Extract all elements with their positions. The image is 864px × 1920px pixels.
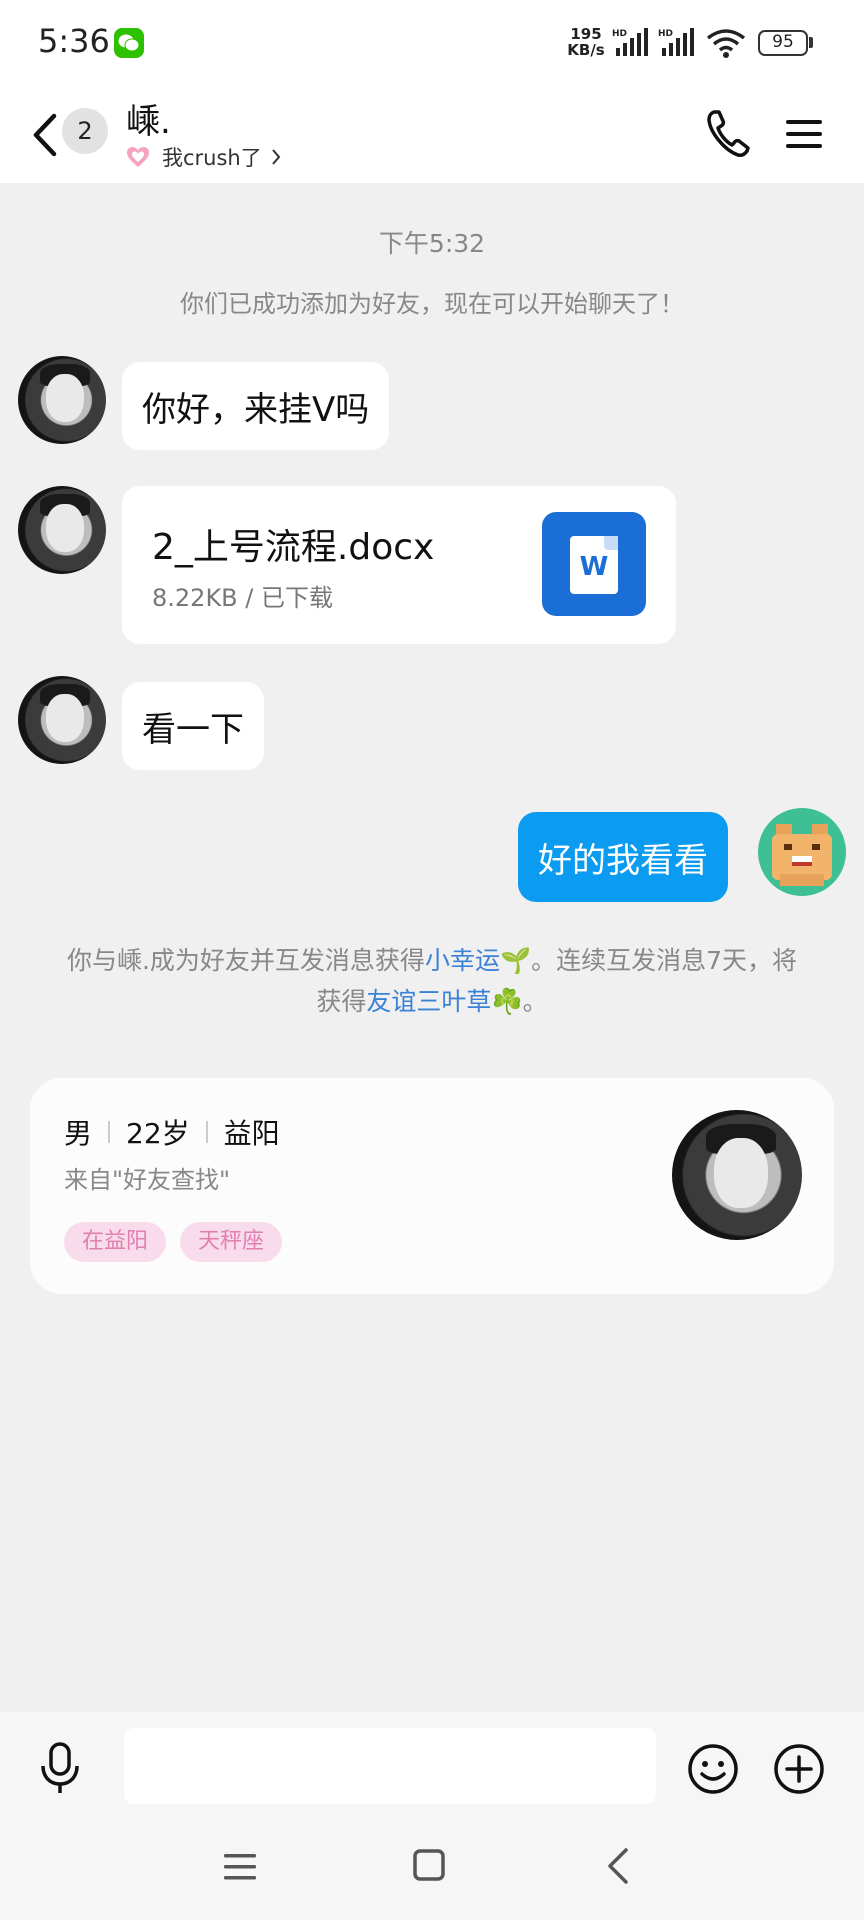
friend-avatar[interactable] bbox=[18, 676, 106, 764]
back-arrow-icon[interactable] bbox=[24, 108, 64, 162]
self-message-bubble[interactable]: 好的我看看 bbox=[518, 812, 728, 902]
tag-location: 在益阳 bbox=[64, 1222, 167, 1262]
little-luck-link[interactable]: 小幸运 bbox=[425, 946, 500, 975]
cartoon-bear-icon bbox=[772, 824, 832, 886]
status-time: 5:36 bbox=[38, 22, 110, 60]
contact-name[interactable]: 嵊. bbox=[126, 94, 171, 143]
menu-icon[interactable] bbox=[782, 112, 826, 156]
battery-tip bbox=[809, 37, 813, 48]
emoji-icon[interactable] bbox=[686, 1742, 740, 1796]
svg-text:HD: HD bbox=[612, 29, 627, 39]
profile-source: 来自"好友查找" bbox=[64, 1166, 231, 1194]
nav-home-icon[interactable] bbox=[412, 1848, 446, 1882]
phone-icon[interactable] bbox=[704, 108, 752, 160]
message-text: 看一下 bbox=[142, 709, 244, 750]
battery-icon: 95 bbox=[758, 30, 808, 56]
file-message[interactable]: 2_上号流程.docx 8.22KB / 已下载 W bbox=[122, 486, 676, 644]
message-input[interactable] bbox=[124, 1728, 656, 1804]
clover-link[interactable]: 友谊三叶草 bbox=[366, 987, 491, 1016]
net-speed-value: 195 bbox=[570, 25, 602, 43]
friend-avatar[interactable] bbox=[18, 356, 106, 444]
status-bar: 5:36 195 KB/s HD HD 95 bbox=[0, 0, 864, 90]
message-text: 好的我看看 bbox=[538, 840, 708, 881]
sprout-icon: 🌱 bbox=[499, 946, 532, 975]
avatar-face bbox=[46, 374, 84, 422]
mic-icon[interactable] bbox=[36, 1740, 84, 1796]
age: 22岁 bbox=[126, 1117, 190, 1150]
profile-card[interactable]: 男 22岁 益阳 来自"好友查找" 在益阳 天秤座 bbox=[30, 1078, 834, 1294]
profile-avatar[interactable] bbox=[672, 1110, 802, 1240]
avatar-face bbox=[46, 504, 84, 552]
net-speed-unit: KB/s bbox=[567, 41, 605, 59]
input-bar bbox=[0, 1712, 864, 1820]
nav-menu-icon[interactable] bbox=[222, 1850, 258, 1884]
chat-timestamp: 下午5:32 bbox=[378, 229, 486, 258]
unread-badge[interactable]: 2 bbox=[62, 108, 108, 154]
divider bbox=[205, 1121, 208, 1143]
signal-icon: HD bbox=[658, 28, 694, 56]
system-nav-bar bbox=[0, 1820, 864, 1920]
luck-text: 你与嵊.成为好友并互发消息获得 bbox=[66, 946, 425, 975]
wechat-icon bbox=[114, 28, 144, 58]
signal-icon: HD bbox=[612, 28, 648, 56]
wifi-icon bbox=[706, 29, 746, 58]
profile-info: 男 22岁 益阳 bbox=[64, 1112, 280, 1152]
file-meta: 8.22KB / 已下载 bbox=[152, 584, 333, 612]
word-file-icon: W bbox=[542, 512, 646, 616]
relation-label: 我crush了 bbox=[162, 146, 262, 170]
luck-text: 。 bbox=[522, 987, 548, 1016]
tag-zodiac: 天秤座 bbox=[180, 1222, 283, 1262]
message-bubble[interactable]: 你好，来挂V吗 bbox=[122, 362, 390, 450]
nav-back-icon[interactable] bbox=[604, 1846, 632, 1886]
heart-icon bbox=[127, 147, 149, 167]
message-text: 你好，来挂V吗 bbox=[142, 389, 370, 430]
self-avatar[interactable] bbox=[758, 808, 846, 896]
net-speed: 195 KB/s bbox=[564, 26, 608, 58]
profile-tags: 在益阳 天秤座 bbox=[64, 1222, 296, 1262]
word-letter: W bbox=[579, 552, 609, 582]
gender: 男 bbox=[64, 1117, 93, 1150]
word-doc-shape: W bbox=[570, 536, 618, 594]
system-message: 你们已成功添加为好友，现在可以开始聊天了！ bbox=[180, 290, 684, 318]
plus-icon[interactable] bbox=[772, 1742, 826, 1796]
svg-text:HD: HD bbox=[658, 29, 673, 39]
file-name: 2_上号流程.docx bbox=[152, 527, 435, 568]
relation-link[interactable]: 我crush了 bbox=[126, 142, 282, 172]
chat-header: 2 嵊. 我crush了 bbox=[0, 90, 864, 183]
avatar-face bbox=[46, 694, 84, 742]
message-bubble[interactable]: 看一下 bbox=[122, 682, 264, 770]
divider bbox=[108, 1121, 111, 1143]
city: 益阳 bbox=[223, 1117, 280, 1150]
avatar-face bbox=[714, 1138, 768, 1208]
chevron-right-icon bbox=[271, 149, 281, 165]
luck-message: 你与嵊.成为好友并互发消息获得小幸运🌱。连续互发消息7天，将获得友谊三叶草☘️。 bbox=[56, 940, 808, 1022]
battery-level: 95 bbox=[772, 32, 794, 52]
clover-icon: ☘️ bbox=[491, 987, 523, 1016]
friend-avatar[interactable] bbox=[18, 486, 106, 574]
